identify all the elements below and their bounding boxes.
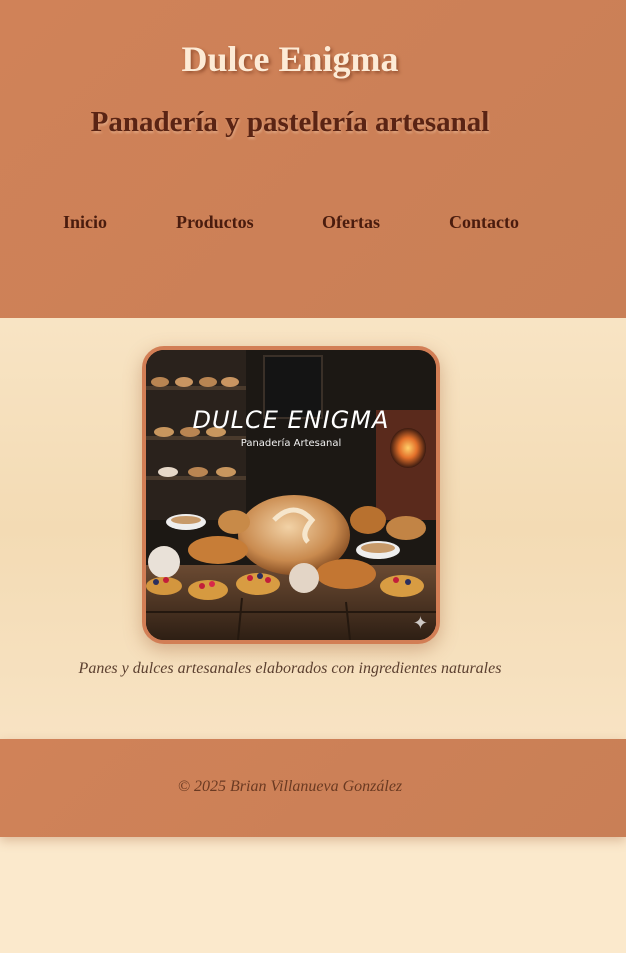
nav-link-contacto[interactable]: Contacto [449,212,519,233]
hero-brand-text: DULCE ENIGMA [192,406,390,434]
footer-copyright: © 2025 Brian Villanueva González [177,778,403,795]
hero-sub-text: Panadería Artesanal [240,438,342,449]
nav-link-productos[interactable]: Productos [176,212,254,233]
site-footer: © 2025 Brian Villanueva González [0,739,626,837]
main-nav: Inicio Productos Ofertas Contacto [0,212,626,236]
nav-link-inicio[interactable]: Inicio [63,212,107,233]
nav-link-ofertas[interactable]: Ofertas [322,212,380,233]
site-title: Dulce Enigma [181,39,399,79]
site-header: Dulce Enigma Panadería y pastelería arte… [0,0,626,318]
hero-caption: Panes y dulces artesanales elaborados co… [78,660,502,677]
sparkle-icon: ✦ [412,613,428,634]
site-tagline: Panadería y pastelería artesanal [90,106,490,138]
bakery-illustration [146,350,436,640]
main-content: DULCE ENIGMA Panadería Artesanal ✦ Panes… [0,318,626,739]
hero-image: DULCE ENIGMA Panadería Artesanal ✦ [142,346,440,644]
